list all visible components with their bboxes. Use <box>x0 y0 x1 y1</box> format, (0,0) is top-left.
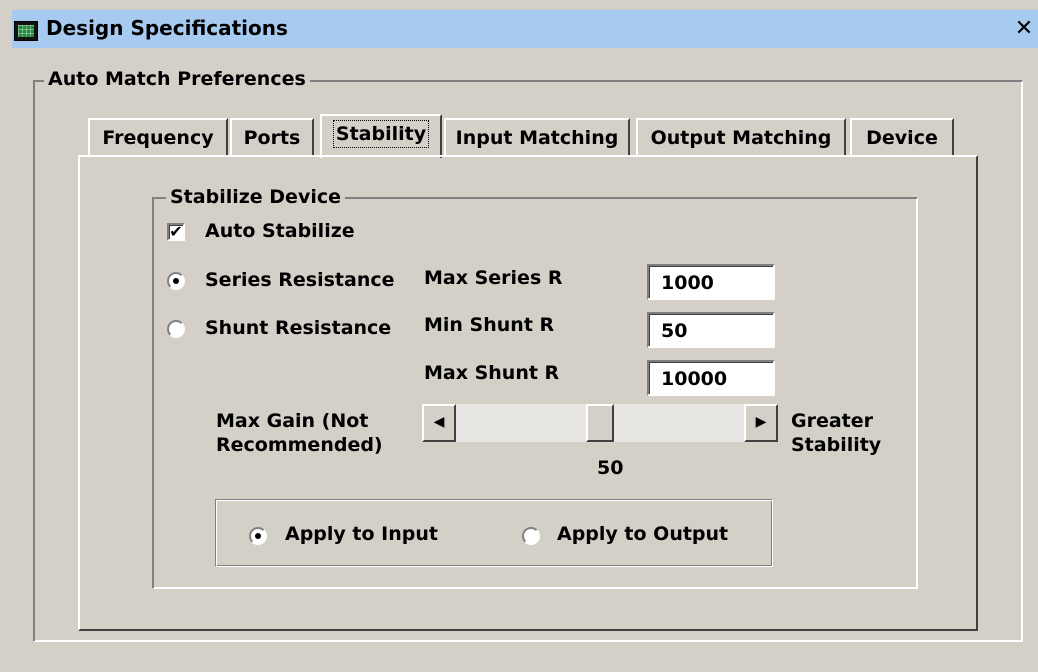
slider-left-arrow-icon[interactable]: ◀ <box>422 404 456 442</box>
tab-device[interactable]: Device <box>850 118 954 156</box>
shunt-resistance-radio[interactable] <box>167 320 185 338</box>
tab-input-matching-label: Input Matching <box>455 127 619 149</box>
auto-match-preferences-legend: Auto Match Preferences <box>44 68 310 90</box>
apply-to-output-label: Apply to Output <box>557 523 729 545</box>
greater-stability-label-line1: Greater <box>791 410 874 432</box>
tab-stability[interactable]: Stability <box>320 114 442 158</box>
tab-ports[interactable]: Ports <box>230 118 314 156</box>
tab-frequency-label: Frequency <box>102 127 214 149</box>
stability-slider-thumb[interactable] <box>586 404 614 442</box>
close-button[interactable]: ✕ <box>1012 18 1036 42</box>
tab-ports-label: Ports <box>243 127 301 149</box>
max-series-r-label: Max Series R <box>424 267 563 289</box>
radio-selected-dot <box>255 533 261 539</box>
max-gain-label-line2: Recommended) <box>216 434 383 456</box>
max-series-r-input[interactable]: 1000 <box>647 264 775 300</box>
apply-to-input-label: Apply to Input <box>285 523 438 545</box>
tab-output-matching-label: Output Matching <box>650 127 832 149</box>
app-monitor-icon <box>14 21 38 41</box>
auto-stabilize-label: Auto Stabilize <box>205 220 355 242</box>
tab-input-matching[interactable]: Input Matching <box>444 118 630 156</box>
max-gain-label-line1: Max Gain (Not <box>216 410 369 432</box>
min-shunt-r-label: Min Shunt R <box>424 314 555 336</box>
tab-device-label: Device <box>866 127 938 149</box>
auto-stabilize-checkbox[interactable]: ✔ <box>167 223 185 241</box>
stabilize-device-legend: Stabilize Device <box>166 186 345 208</box>
min-shunt-r-input[interactable]: 50 <box>647 312 775 348</box>
apply-to-output-radio[interactable] <box>522 527 540 545</box>
series-resistance-radio[interactable] <box>167 272 185 290</box>
slider-right-arrow-icon[interactable]: ▶ <box>744 404 778 442</box>
tab-output-matching[interactable]: Output Matching <box>636 118 846 156</box>
radio-selected-dot <box>173 278 179 284</box>
series-resistance-label: Series Resistance <box>205 269 395 291</box>
max-shunt-r-input[interactable]: 10000 <box>647 360 775 396</box>
apply-to-input-radio[interactable] <box>249 527 267 545</box>
max-shunt-r-label: Max Shunt R <box>424 362 560 384</box>
shunt-resistance-label: Shunt Resistance <box>205 317 392 339</box>
slider-value: 50 <box>597 457 624 479</box>
tab-stability-label: Stability <box>332 120 430 148</box>
window-title: Design Specifications <box>46 16 288 40</box>
greater-stability-label-line2: Stability <box>791 434 882 456</box>
tab-frequency[interactable]: Frequency <box>88 118 228 156</box>
